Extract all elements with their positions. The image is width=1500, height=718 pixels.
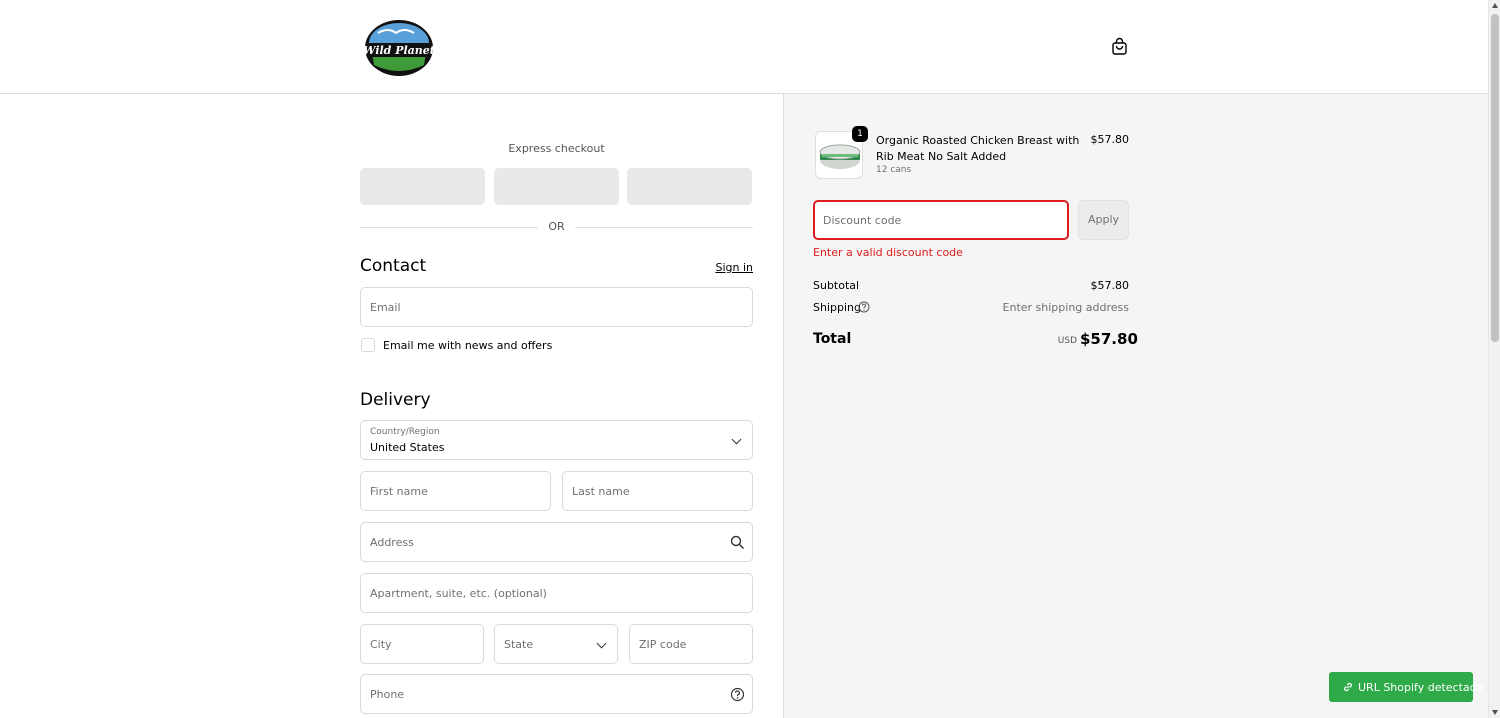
discount-placeholder: Discount code — [823, 214, 902, 227]
total-currency: USD — [1057, 336, 1077, 346]
total-value: $57.80 — [1080, 330, 1138, 348]
city-placeholder: City — [370, 638, 392, 651]
last-name-field[interactable]: Last name — [562, 471, 753, 511]
or-divider: OR — [360, 220, 753, 234]
scroll-up-arrow[interactable] — [1492, 3, 1498, 8]
city-field[interactable]: City — [360, 624, 484, 664]
zip-field[interactable]: ZIP code — [629, 624, 753, 664]
country-label: Country/Region — [370, 427, 440, 437]
country-select[interactable]: Country/Region United States — [360, 420, 753, 460]
first-name-placeholder: First name — [370, 485, 428, 498]
scroll-down-arrow[interactable] — [1492, 710, 1498, 715]
newsletter-checkbox[interactable] — [361, 338, 375, 352]
discount-error-message: Enter a valid discount code — [813, 246, 963, 259]
phone-placeholder: Phone — [370, 688, 405, 701]
express-pay-button-1[interactable] — [360, 168, 485, 205]
newsletter-label: Email me with news and offers — [383, 339, 553, 352]
contact-heading: Contact — [360, 256, 427, 276]
sign-in-link[interactable]: Sign in — [700, 261, 753, 274]
help-circle-icon[interactable] — [730, 687, 745, 702]
state-select[interactable]: State — [494, 624, 618, 664]
subtotal-value: $57.80 — [1090, 279, 1130, 292]
chevron-down-icon — [731, 434, 742, 445]
header: Wild Planet — [0, 0, 1488, 94]
email-field[interactable]: Email — [360, 287, 753, 327]
shipping-help-icon[interactable] — [858, 301, 870, 313]
last-name-placeholder: Last name — [572, 485, 630, 498]
apartment-field[interactable]: Apartment, suite, etc. (optional) — [360, 573, 753, 613]
first-name-field[interactable]: First name — [360, 471, 551, 511]
wild-planet-logo[interactable]: Wild Planet — [363, 19, 435, 77]
phone-field[interactable]: Phone — [360, 674, 753, 714]
country-value: United States — [370, 441, 445, 454]
page-scrollbar[interactable] — [1488, 0, 1500, 718]
address-field[interactable]: Address — [360, 522, 753, 562]
shopping-bag-icon[interactable] — [1110, 37, 1129, 56]
apartment-placeholder: Apartment, suite, etc. (optional) — [370, 587, 547, 600]
shopify-url-detected-button[interactable]: URL Shopify detectada — [1329, 672, 1483, 702]
shopify-url-label: URL Shopify detectada — [1358, 681, 1484, 694]
address-placeholder: Address — [370, 536, 414, 549]
product-name: Organic Roasted Chicken Breast with Rib … — [876, 134, 1080, 163]
zip-placeholder: ZIP code — [639, 638, 687, 651]
svg-text:Wild Planet: Wild Planet — [364, 44, 434, 57]
quantity-badge: 1 — [852, 126, 868, 142]
link-icon — [1344, 682, 1352, 692]
scrollbar-thumb[interactable] — [1491, 14, 1499, 342]
express-checkout-label: Express checkout — [508, 142, 605, 155]
delivery-heading: Delivery — [360, 390, 431, 410]
chevron-down-icon — [596, 638, 607, 649]
express-pay-button-3[interactable] — [627, 168, 752, 205]
product-price: $57.80 — [1090, 133, 1130, 146]
express-pay-button-2[interactable] — [494, 168, 619, 205]
shipping-label: Shipping — [813, 301, 861, 314]
total-label: Total — [813, 331, 852, 347]
order-summary-panel — [783, 94, 1488, 718]
product-variant: 12 cans — [876, 165, 912, 175]
shipping-value: Enter shipping address — [1002, 301, 1129, 314]
apply-discount-button[interactable]: Apply — [1078, 200, 1129, 240]
email-placeholder: Email — [370, 301, 401, 314]
search-icon — [730, 535, 744, 549]
discount-code-field[interactable]: Discount code — [813, 200, 1069, 240]
subtotal-label: Subtotal — [813, 279, 860, 292]
state-placeholder: State — [504, 638, 534, 651]
